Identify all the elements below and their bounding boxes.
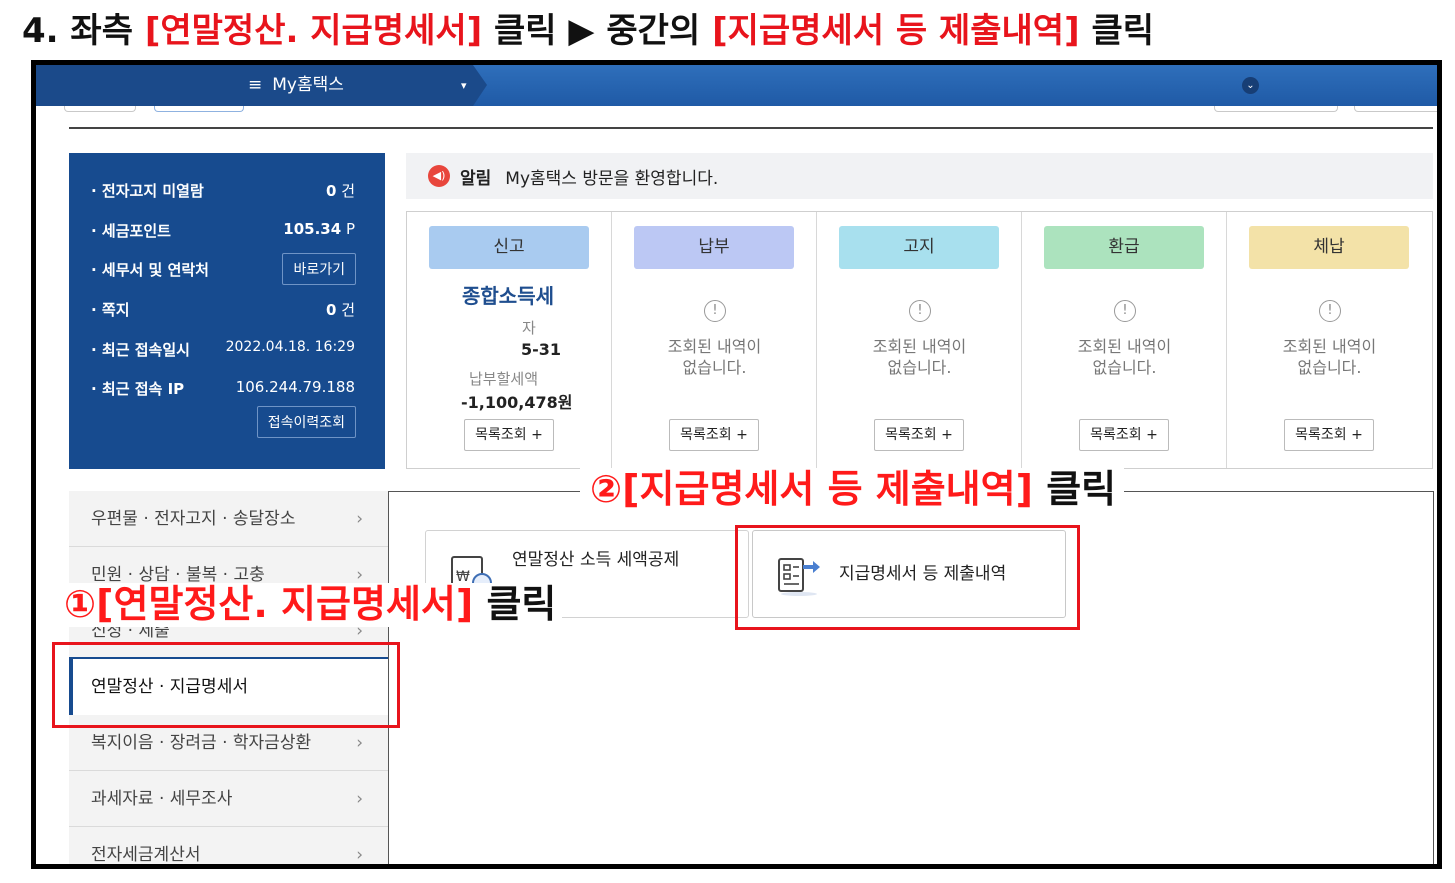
highlight-box-sidebar bbox=[52, 642, 400, 728]
list-view-button[interactable]: 목록조회 + bbox=[669, 419, 759, 451]
info-label: · 최근 접속 IP bbox=[91, 380, 185, 398]
card-detail: 납부할세액 bbox=[469, 370, 539, 388]
card-label[interactable]: 체납 bbox=[1249, 226, 1409, 269]
card-payment: 납부 ! 조회된 내역이 없습니다. 목록조회 + bbox=[612, 212, 817, 468]
chevron-right-icon: › bbox=[356, 789, 363, 809]
my-hometax-menu[interactable]: ≡ My홈택스 bbox=[248, 65, 344, 106]
warning-icon: ! bbox=[1319, 300, 1341, 322]
title-suffix: 클릭 bbox=[1079, 11, 1155, 51]
shortcut-button[interactable]: 바로가기 bbox=[282, 253, 356, 285]
notice-bar: ◀) 알림 My홈택스 방문을 환영합니다. bbox=[406, 153, 1433, 199]
info-value[interactable]: 105.34 P bbox=[283, 220, 355, 238]
title-prefix: 4. 좌측 bbox=[22, 11, 145, 51]
list-view-button[interactable]: 목록조회 + bbox=[874, 419, 964, 451]
card-amount: -1,100,478원 bbox=[461, 393, 573, 412]
highlight-box-service bbox=[735, 525, 1080, 630]
annotation-step-2: ②[지급명세서 등 제출내역] 클릭 bbox=[580, 468, 1125, 512]
empty-message: 조회된 내역이 없습니다. bbox=[667, 337, 762, 377]
list-view-button[interactable]: 목록조회 + bbox=[1079, 419, 1169, 451]
partial-button[interactable] bbox=[154, 106, 244, 112]
login-history-button[interactable]: 접속이력조회 bbox=[256, 406, 356, 438]
hamburger-icon: ≡ bbox=[248, 75, 263, 95]
divider bbox=[69, 127, 1433, 129]
list-view-button[interactable]: 목록조회 + bbox=[464, 419, 554, 451]
card-label[interactable]: 납부 bbox=[634, 226, 794, 269]
info-row-message: · 쪽지 0 건 bbox=[69, 293, 385, 323]
card-notice: 고지 ! 조회된 내역이 없습니다. 목록조회 + bbox=[817, 212, 1022, 468]
info-row-office: · 세무서 및 연락처 바로가기 bbox=[69, 253, 385, 285]
page-title: 4. 좌측 [연말정산. 지급명세서] 클릭 ▶ 중간의 [지급명세서 등 제출… bbox=[22, 6, 1154, 56]
info-label: · 세무서 및 연락처 bbox=[91, 261, 209, 279]
title-middle: 클릭 ▶ 중간의 bbox=[482, 11, 713, 51]
partial-button[interactable] bbox=[1214, 106, 1338, 112]
caret-down-icon[interactable]: ▾ bbox=[461, 79, 467, 92]
card-label[interactable]: 환급 bbox=[1044, 226, 1204, 269]
annotation-step-1: ①[연말정산. 지급명세서] 클릭 bbox=[58, 583, 563, 627]
empty-message: 조회된 내역이 없습니다. bbox=[1282, 337, 1377, 377]
card-detail: 5-31 bbox=[521, 340, 562, 359]
top-nav-bar: ≡ My홈택스 ▾ ⌄ bbox=[36, 65, 1437, 106]
chevron-right-icon: › bbox=[356, 509, 363, 529]
info-label: · 쪽지 bbox=[91, 301, 130, 319]
card-label[interactable]: 고지 bbox=[839, 226, 999, 269]
info-label: · 최근 접속일시 bbox=[91, 341, 190, 359]
sidebar-item-e-invoice[interactable]: 전자세금계산서 › bbox=[69, 827, 389, 865]
info-row-last-login: · 최근 접속일시 2022.04.18. 16:29 bbox=[69, 333, 385, 363]
card-detail[interactable]: 종합소득세 bbox=[462, 280, 554, 309]
menu-label: My홈택스 bbox=[272, 75, 344, 95]
warning-icon: ! bbox=[1114, 300, 1136, 322]
card-arrears: 체납 ! 조회된 내역이 없습니다. 목록조회 + bbox=[1227, 212, 1432, 468]
user-info-panel: · 전자고지 미열람 0 건 · 세금포인트 105.34 P · 세무서 및 … bbox=[69, 153, 385, 469]
chevron-down-icon[interactable]: ⌄ bbox=[1242, 77, 1259, 94]
info-label: · 전자고지 미열람 bbox=[91, 182, 204, 200]
empty-message: 조회된 내역이 없습니다. bbox=[1077, 337, 1172, 377]
info-value[interactable]: 0 건 bbox=[326, 180, 355, 201]
warning-icon: ! bbox=[909, 300, 931, 322]
status-cards: 신고 종합소득세 자 5-31 납부할세액 -1,100,478원 목록조회 +… bbox=[406, 211, 1433, 469]
list-view-button[interactable]: 목록조회 + bbox=[1284, 419, 1374, 451]
info-value[interactable]: 0 건 bbox=[326, 299, 355, 320]
info-label: · 세금포인트 bbox=[91, 222, 171, 240]
warning-icon: ! bbox=[704, 300, 726, 322]
card-report: 신고 종합소득세 자 5-31 납부할세액 -1,100,478원 목록조회 + bbox=[407, 212, 612, 468]
card-label[interactable]: 신고 bbox=[429, 226, 589, 269]
info-row-unread: · 전자고지 미열람 0 건 bbox=[69, 174, 385, 204]
notice-title: 알림 bbox=[460, 168, 492, 189]
chevron-right-icon: › bbox=[356, 845, 363, 865]
info-row-points: · 세금포인트 105.34 P bbox=[69, 214, 385, 244]
speaker-icon: ◀) bbox=[428, 165, 450, 187]
title-highlight-2: [지급명세서 등 제출내역] bbox=[712, 11, 1080, 51]
empty-message: 조회된 내역이 없습니다. bbox=[872, 337, 967, 377]
partial-button[interactable] bbox=[64, 106, 136, 112]
sidebar-item-tax-data[interactable]: 과세자료 · 세무조사 › bbox=[69, 771, 389, 827]
card-refund: 환급 ! 조회된 내역이 없습니다. 목록조회 + bbox=[1022, 212, 1227, 468]
partial-button[interactable] bbox=[1354, 106, 1437, 112]
card-detail: 자 bbox=[522, 319, 536, 337]
screenshot-frame: ≡ My홈택스 ▾ ⌄ · 전자고지 미열람 0 건 · 세금포인트 105.3… bbox=[31, 60, 1442, 869]
info-row-last-ip: · 최근 접속 IP 106.244.79.188 bbox=[69, 372, 385, 402]
info-value: 106.244.79.188 bbox=[235, 378, 355, 396]
sidebar-item-mail[interactable]: 우편물 · 전자고지 · 송달장소 › bbox=[69, 491, 389, 547]
info-value: 2022.04.18. 16:29 bbox=[225, 339, 355, 355]
notice-message: My홈택스 방문을 환영합니다. bbox=[505, 168, 719, 189]
title-highlight-1: [연말정산. 지급명세서] bbox=[144, 11, 483, 51]
